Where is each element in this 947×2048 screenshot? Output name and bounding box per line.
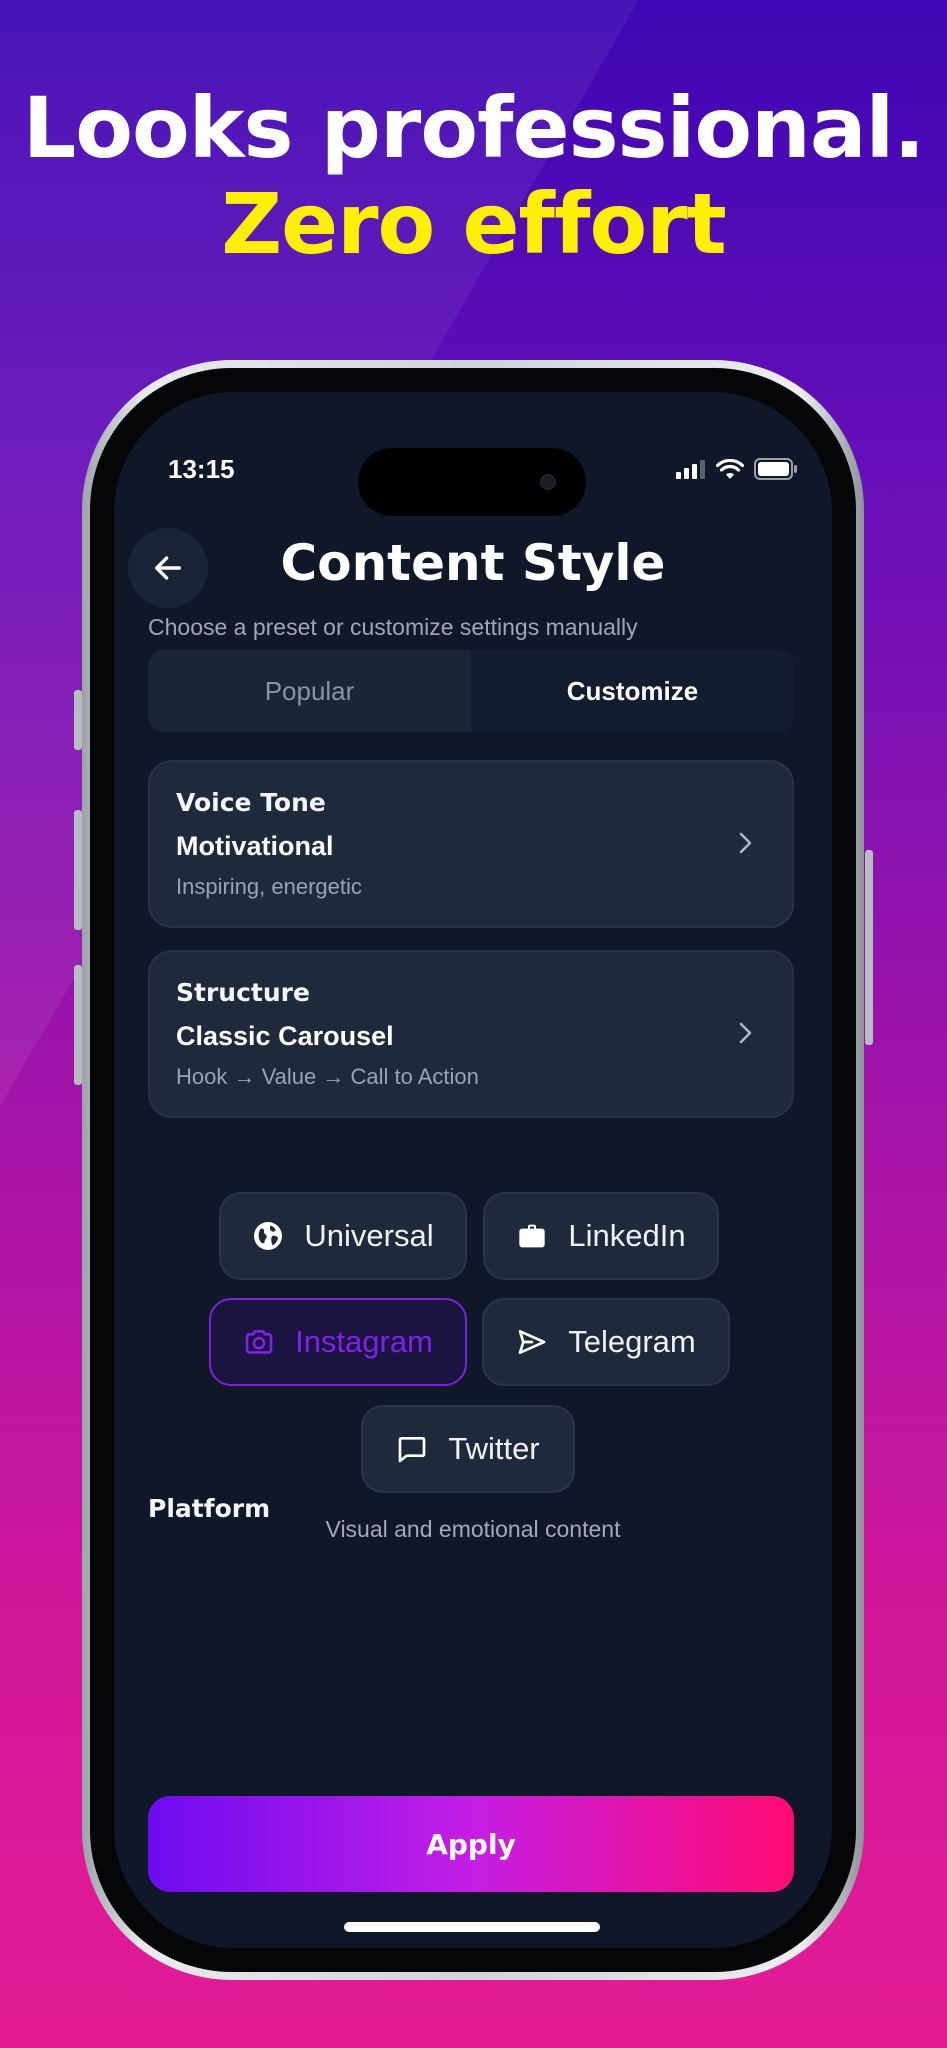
voice-tone-card[interactable]: Voice Tone Motivational Inspiring, energ… (148, 760, 794, 928)
dynamic-island (358, 448, 586, 516)
tab-popular[interactable]: Popular (148, 650, 471, 732)
segmented-control: Popular Customize (148, 650, 794, 732)
wifi-icon (716, 458, 744, 479)
battery-icon (754, 458, 797, 480)
headline-line-2: Zero effort (221, 175, 727, 273)
home-indicator (344, 1922, 600, 1932)
chevron-right-icon (739, 832, 752, 854)
platform-chip-telegram[interactable]: Telegram (482, 1298, 730, 1386)
phone-frame: 13:15 Content Style Choose a preset or c… (82, 360, 864, 1980)
front-camera (540, 474, 556, 490)
platform-helper-text: Visual and emotional content (325, 1516, 621, 1542)
platform-chip-linkedin[interactable]: LinkedIn (483, 1192, 719, 1280)
page-title: Content Style (280, 534, 666, 592)
status-time: 13:15 (168, 454, 235, 484)
platform-chip-label: Twitter (448, 1431, 540, 1466)
platform-chip-instagram[interactable]: Instagram (209, 1298, 467, 1386)
marketing-headline: Looks professional. Zero effort (0, 80, 947, 272)
message-square-icon (396, 1433, 428, 1465)
camera-icon (243, 1326, 275, 1358)
structure-card[interactable]: Structure Classic Carousel Hook → Value … (148, 950, 794, 1118)
voice-tone-value: Motivational (176, 831, 334, 861)
platform-chip-twitter[interactable]: Twitter (361, 1405, 575, 1493)
cellular-signal-icon (676, 460, 705, 479)
headline-line-1: Looks professional. (22, 79, 926, 177)
platform-chip-label: Instagram (295, 1324, 433, 1359)
phone-power-button (865, 850, 873, 1045)
platform-chip-label: Telegram (568, 1324, 696, 1359)
phone-bezel: 13:15 Content Style Choose a preset or c… (90, 368, 856, 1972)
send-icon (516, 1326, 548, 1358)
globe-icon (252, 1220, 284, 1252)
phone-volume-up-button (74, 810, 82, 930)
phone-screen: 13:15 Content Style Choose a preset or c… (114, 392, 832, 1948)
structure-title: Structure (176, 978, 310, 1007)
tab-customize[interactable]: Customize (471, 650, 794, 732)
platform-chip-universal[interactable]: Universal (219, 1192, 467, 1280)
voice-tone-description: Inspiring, energetic (176, 874, 362, 899)
phone-volume-down-button (74, 965, 82, 1085)
apply-button[interactable]: Apply (148, 1796, 794, 1892)
platform-chip-label: LinkedIn (568, 1218, 686, 1253)
briefcase-icon (516, 1220, 548, 1252)
platform-chip-label: Universal (304, 1218, 434, 1253)
structure-value: Classic Carousel (176, 1021, 394, 1051)
chevron-right-icon (739, 1022, 752, 1044)
status-icons (676, 458, 798, 480)
structure-description: Hook → Value → Call to Action (176, 1064, 479, 1089)
page-subtitle: Choose a preset or customize settings ma… (148, 614, 638, 640)
phone-action-button (74, 690, 82, 750)
voice-tone-title: Voice Tone (176, 788, 326, 817)
